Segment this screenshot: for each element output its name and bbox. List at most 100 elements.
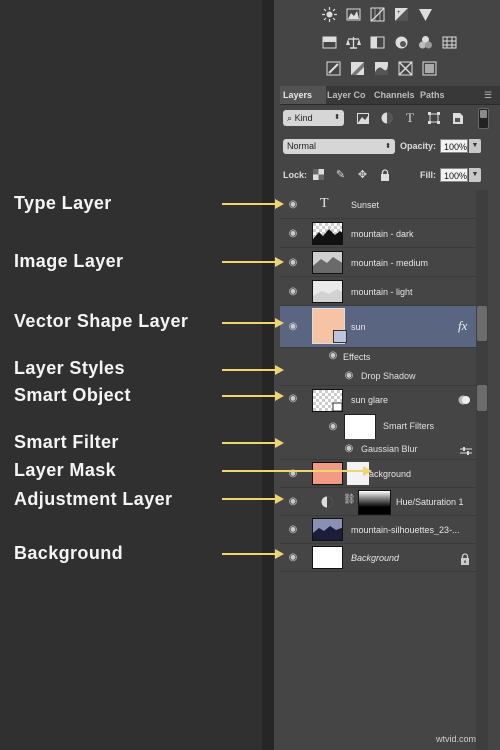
smart-filters-row[interactable]: ◉ Smart Filters	[280, 412, 476, 440]
gradient-map-icon[interactable]	[398, 61, 413, 76]
exposure-icon[interactable]: +	[394, 7, 409, 22]
effects-row[interactable]: ◉ Effects	[280, 348, 476, 366]
eye-icon[interactable]: ◉	[342, 444, 356, 454]
tab-channels[interactable]: Channels	[371, 86, 419, 104]
eye-icon[interactable]: ◉	[286, 200, 300, 210]
color-balance-icon[interactable]	[346, 35, 361, 50]
layer-mountain-light[interactable]: ◉ mountain - light	[280, 277, 476, 306]
tab-layers[interactable]: Layers	[280, 86, 326, 104]
threshold-icon[interactable]	[374, 61, 389, 76]
lock-transparent-icon[interactable]	[312, 168, 325, 181]
invert-icon[interactable]	[326, 61, 341, 76]
lock-image-icon[interactable]: ✎	[334, 168, 347, 181]
hue-saturation-icon[interactable]	[322, 35, 337, 50]
eye-icon[interactable]: ◉	[342, 371, 356, 381]
opacity-dropdown-icon[interactable]: ▼	[469, 139, 481, 153]
annotation-adjustment-layer: Adjustment Layer	[14, 489, 173, 509]
smart-filters-label: Smart Filters	[383, 421, 435, 431]
layer-mountain-silhouettes[interactable]: ◉ mountain-silhouettes_23-...	[280, 516, 476, 544]
eye-icon[interactable]: ◉	[286, 497, 300, 507]
layers-scrollbar[interactable]	[476, 190, 488, 750]
gaussian-blur-row[interactable]: ◉ Gaussian Blur	[280, 439, 476, 460]
svg-text:+: +	[397, 10, 401, 16]
lock-position-icon[interactable]: ✥	[356, 168, 369, 181]
layer-sunset[interactable]: ◉ T Sunset	[280, 190, 476, 219]
layer-name: mountain - dark	[351, 229, 414, 239]
blend-mode-value: Normal	[287, 141, 317, 151]
filter-kind-select[interactable]: ⌕ Kind ⬍	[283, 110, 344, 126]
annotation-smart-filter: Smart Filter	[14, 432, 119, 452]
panel-menu-icon[interactable]: ☰	[484, 90, 496, 100]
posterize-icon[interactable]	[350, 61, 365, 76]
layer-sun-glare[interactable]: ◉ sun glare	[280, 386, 476, 412]
channel-mixer-icon[interactable]	[418, 35, 433, 50]
eye-icon[interactable]: ◉	[286, 258, 300, 268]
smart-filter-mask-thumbnail	[344, 414, 376, 440]
layer-background[interactable]: ◉ Background	[280, 544, 476, 572]
color-lookup-icon[interactable]	[442, 35, 457, 50]
layer-sun[interactable]: ◉ sun fx	[280, 306, 476, 348]
blend-mode-select[interactable]: Normal ⬍	[283, 139, 395, 154]
layer-hue-saturation[interactable]: ◉ ⛓ Hue/Saturation 1	[280, 488, 476, 516]
vibrance-icon[interactable]	[418, 7, 433, 22]
eye-icon[interactable]: ◉	[286, 287, 300, 297]
opacity-label: Opacity:	[400, 141, 437, 151]
scrollbar-thumb-secondary[interactable]	[477, 385, 487, 411]
brightness-icon[interactable]	[322, 7, 337, 22]
layer-name: mountain - medium	[351, 258, 429, 268]
type-filter-icon[interactable]: T	[403, 110, 417, 125]
adjustment-filter-icon[interactable]	[380, 111, 394, 125]
pixel-filter-icon[interactable]	[356, 111, 370, 125]
lock-label: Lock:	[283, 170, 308, 180]
shape-filter-icon[interactable]	[427, 111, 441, 125]
link-chain-icon[interactable]: ⛓	[343, 494, 356, 508]
layer-thumbnail	[312, 518, 343, 541]
lock-all-icon[interactable]	[378, 168, 391, 181]
fx-icon[interactable]: fx	[458, 318, 467, 334]
arrow-icon	[222, 466, 372, 476]
eye-icon[interactable]: ◉	[286, 394, 300, 404]
drop-shadow-label: Drop Shadow	[361, 371, 416, 381]
vector-mask-badge-icon	[333, 330, 347, 343]
curves-icon[interactable]	[370, 7, 385, 22]
annotation-smart-object: Smart Object	[14, 385, 131, 405]
selective-color-icon[interactable]	[422, 61, 437, 76]
layer-name: Sunset	[351, 200, 380, 210]
filter-toggle-switch[interactable]	[478, 108, 489, 129]
annotation-image-layer: Image Layer	[14, 251, 124, 271]
layer-thumbnail	[312, 222, 343, 245]
layer-name: mountain-silhouettes_23-...	[351, 525, 460, 535]
arrow-icon	[222, 391, 284, 401]
layer-thumbnail	[312, 280, 343, 303]
chevron-updown-icon: ⬍	[385, 143, 391, 150]
tab-paths[interactable]: Paths	[417, 86, 457, 104]
fill-dropdown-icon[interactable]: ▼	[469, 168, 481, 182]
eye-icon[interactable]: ◉	[326, 351, 340, 361]
scrollbar-thumb[interactable]	[477, 306, 487, 341]
tab-layer-comps[interactable]: Layer Co	[324, 86, 374, 104]
filter-options-icon[interactable]	[460, 443, 472, 455]
layer-mountain-dark[interactable]: ◉ mountain - dark	[280, 219, 476, 248]
eye-icon[interactable]: ◉	[286, 553, 300, 563]
photo-filter-icon[interactable]	[394, 35, 409, 50]
adjustment-layer-icon	[321, 495, 333, 508]
layer-mountain-medium[interactable]: ◉ mountain - medium	[280, 248, 476, 277]
search-icon: ⌕	[287, 113, 293, 123]
eye-icon[interactable]: ◉	[286, 322, 300, 332]
fill-label: Fill:	[420, 170, 436, 180]
eye-icon[interactable]: ◉	[286, 525, 300, 535]
arrow-icon	[222, 438, 284, 448]
eye-icon[interactable]: ◉	[326, 422, 340, 432]
opacity-field[interactable]: 100%	[440, 139, 468, 153]
eye-icon[interactable]: ◉	[286, 229, 300, 239]
layer-name: mountain - light	[351, 287, 413, 297]
smart-object-filter-icon[interactable]	[451, 111, 465, 125]
levels-icon[interactable]	[346, 7, 361, 22]
layer-name: sun glare	[351, 395, 389, 405]
annotation-layer-mask: Layer Mask	[14, 460, 117, 480]
black-white-icon[interactable]	[370, 35, 385, 50]
adjustment-mask-thumbnail	[358, 490, 391, 515]
fill-field[interactable]: 100%	[440, 168, 468, 182]
panel-divider	[262, 0, 274, 750]
drop-shadow-row[interactable]: ◉ Drop Shadow	[280, 366, 476, 386]
